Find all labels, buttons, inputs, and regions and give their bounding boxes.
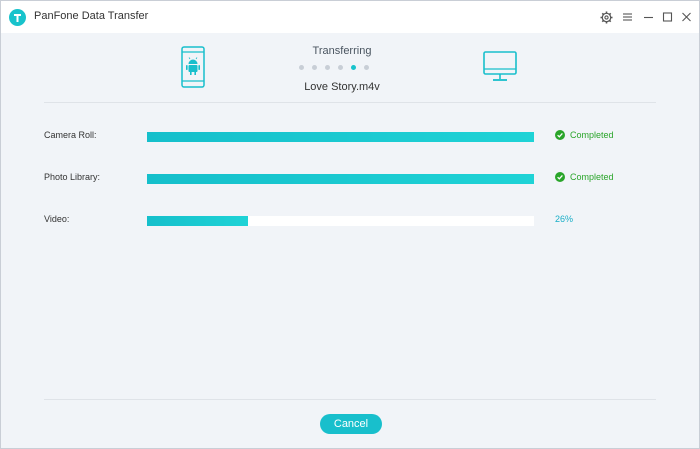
progress-fill xyxy=(147,216,248,226)
row-label: Video: xyxy=(44,214,70,224)
progress-dot xyxy=(312,65,317,70)
app-title: PanFone Data Transfer xyxy=(34,10,149,22)
status-completed: Completed xyxy=(555,130,614,140)
transfer-status: Transferring xyxy=(312,45,372,57)
check-circle-icon xyxy=(555,172,565,182)
bottom-divider xyxy=(44,399,656,400)
status-percent: 26% xyxy=(555,214,573,224)
minimize-icon[interactable] xyxy=(639,8,657,26)
app-window: PanFone Data Transfer Transferring Love … xyxy=(0,0,700,449)
progress-dot xyxy=(364,65,369,70)
transfer-row: Video: 26% xyxy=(1,211,699,231)
gear-icon[interactable] xyxy=(597,8,615,26)
cancel-button[interactable]: Cancel xyxy=(320,414,382,434)
progress-track xyxy=(147,216,534,226)
transfer-row: Camera Roll: Completed xyxy=(1,127,699,147)
progress-track xyxy=(147,132,534,142)
progress-dot xyxy=(351,65,356,70)
check-circle-icon xyxy=(555,130,565,140)
computer-monitor-icon xyxy=(483,51,517,88)
progress-dot xyxy=(299,65,304,70)
menu-icon[interactable] xyxy=(618,8,636,26)
panfone-logo-icon xyxy=(9,9,26,26)
maximize-icon[interactable] xyxy=(658,8,676,26)
progress-dot xyxy=(325,65,330,70)
status-text: 26% xyxy=(555,214,574,224)
current-file-name: Love Story.m4v xyxy=(304,81,380,93)
title-bar: PanFone Data Transfer xyxy=(1,1,699,33)
progress-fill xyxy=(147,132,534,142)
progress-dot xyxy=(338,65,343,70)
close-icon[interactable] xyxy=(677,8,695,26)
progress-track xyxy=(147,174,534,184)
transfer-row: Photo Library: Completed xyxy=(1,169,699,189)
progress-dots xyxy=(299,65,369,71)
progress-fill xyxy=(147,174,534,184)
top-divider xyxy=(44,102,656,103)
transfer-stage: Transferring Love Story.m4v xyxy=(1,33,699,103)
status-completed: Completed xyxy=(555,172,614,182)
row-label: Camera Roll: xyxy=(44,130,97,140)
status-text: Completed xyxy=(570,172,614,182)
status-text: Completed xyxy=(570,130,614,140)
row-label: Photo Library: xyxy=(44,172,101,182)
